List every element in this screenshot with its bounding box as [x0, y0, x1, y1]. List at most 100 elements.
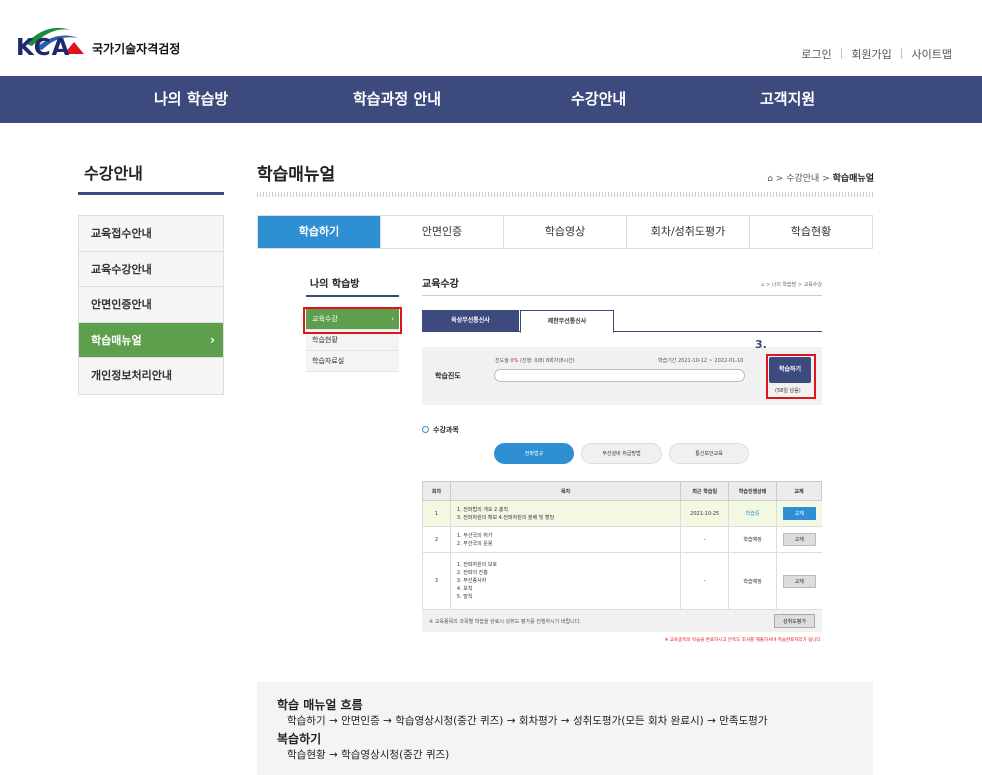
- sidebar-item-attendance[interactable]: 교육수강안내: [79, 251, 223, 287]
- shot-progress-panel: 학습진도 진도율 0% (진행: 0/8) 8회차(8시간) 학습기간 2021…: [422, 347, 822, 405]
- toc-line: 2. 무선국의 운용: [456, 540, 493, 547]
- tab-status[interactable]: 학습현황: [750, 216, 872, 248]
- shot-course-title-label: 수강과목: [433, 426, 459, 434]
- highlight-box: [766, 354, 816, 399]
- cell-date: 2021-10-25: [680, 500, 729, 527]
- site-header: KCA 국가기술자격검정 로그인 | 회원가입 | 사이트맵: [0, 0, 982, 76]
- textbook-button: 교재: [782, 507, 816, 520]
- progress-prefix: 진도율: [495, 358, 509, 364]
- circle-icon: [422, 426, 429, 433]
- textbook-button: 교재: [782, 574, 816, 588]
- logo-subtitle: 국가기술자격검정: [92, 42, 181, 56]
- manual-tabs: 학습하기 안면인증 학습영상 회차/성취도평가 학습현황: [257, 215, 873, 249]
- sidebar-item-label: 학습매뉴얼: [91, 333, 142, 347]
- toc-line: 1. 무선국의 허가: [456, 532, 493, 539]
- toc-line: 3. 전파자원의 확보 4.전파자원의 분배 및 할당: [456, 514, 555, 521]
- cell-status: 학습예정: [728, 526, 777, 553]
- review-description: 학습현황 → 학습영상시청(중간 퀴즈): [287, 749, 450, 761]
- sidebar-item-face-auth[interactable]: 안면인증안내: [79, 287, 223, 323]
- cell-no: 3: [422, 552, 451, 610]
- gnb-enrollment-info[interactable]: 수강안내: [571, 76, 626, 123]
- shot-subject-pill: 무선설비 취급방법: [581, 443, 662, 464]
- sidebar-item-label: 안면인증안내: [91, 298, 152, 311]
- sidebar-item-registration[interactable]: 교육접수안내: [79, 216, 223, 252]
- shot-progress-info: 진도율 0% (진행: 0/8) 8회차(8시간): [495, 357, 575, 364]
- sidebar-title: 수강안내: [78, 160, 224, 195]
- shot-course-title: 수강과목: [422, 425, 459, 435]
- table-row: 2 1. 무선국의 허가 2. 무선국의 운용 - 학습예정 교재: [422, 526, 822, 553]
- progress-detail: (진행: 0/8) 8회차(8시간): [519, 358, 575, 364]
- tab-study[interactable]: 학습하기: [258, 216, 381, 248]
- sitemap-link[interactable]: 사이트맵: [912, 46, 952, 62]
- column-header: 최근 학습일: [680, 481, 730, 501]
- cell-book: 교재: [776, 552, 822, 610]
- toc-line: 5. 벌칙: [456, 594, 473, 600]
- table-row: 1 1. 전파법의 개요 2.총칙 3. 전파자원의 확보 4.전파자원의 분배 …: [422, 500, 822, 527]
- cell-no: 2: [422, 526, 451, 553]
- shot-sidebar-title: 나의 학습방: [306, 275, 399, 297]
- home-icon[interactable]: ⌂: [767, 174, 773, 184]
- shot-subject-pill: 전파법규: [494, 443, 574, 464]
- tab-video[interactable]: 학습영상: [504, 216, 627, 248]
- divider: |: [899, 46, 904, 59]
- flow-heading: 학습 매뉴얼 흐름: [277, 698, 363, 712]
- toc-line: 2. 전파의 진흥: [456, 570, 488, 576]
- gnb-my-study[interactable]: 나의 학습방: [154, 76, 228, 123]
- utility-nav: 로그인 | 회원가입 | 사이트맵: [801, 46, 952, 62]
- cell-toc: 1. 전파법의 개요 2.총칙 3. 전파자원의 확보 4.전파자원의 분배 및 …: [449, 500, 681, 527]
- sidebar-item-manual[interactable]: 학습매뉴얼 ›: [79, 322, 223, 358]
- cell-status: 학습중: [728, 500, 777, 527]
- manual-flow-box: 학습 매뉴얼 흐름 학습하기 → 안면인증 → 학습영상시청(중간 퀴즈) → …: [257, 682, 873, 775]
- highlight-box: [303, 307, 402, 334]
- textbook-button: 교재: [782, 533, 816, 546]
- sidebar-menu: 교육접수안내 교육수강안내 안면인증안내 학습매뉴얼 › 개인정보처리안내: [78, 215, 224, 395]
- toc-line: 3. 무선종사자: [456, 578, 487, 584]
- cell-toc: 1. 전파자원의 보호 2. 전파의 진흥 3. 무선종사자 4. 보칙 5. …: [449, 552, 681, 610]
- flow-description: 학습하기 → 안면인증 → 학습영상시청(중간 퀴즈) → 회차평가 → 성취도…: [287, 715, 768, 727]
- gnb-customer-support[interactable]: 고객지원: [760, 76, 815, 123]
- column-header: 회차: [422, 481, 451, 501]
- shot-bottom-note: ※ 교육종목의 학습을 완료하시고 만족도 조사를 제출하셔야 학습완료처리가 …: [664, 638, 822, 643]
- logo-mark: KCA: [16, 24, 86, 60]
- cell-no: 1: [422, 500, 451, 527]
- gnb-course-info[interactable]: 학습과정 안내: [353, 76, 441, 123]
- shot-divider: [422, 295, 822, 296]
- shot-progress-period: 학습기간 2021-10-12 ~ 2022-01-10: [658, 358, 744, 364]
- kca-logo[interactable]: KCA 국가기술자격검정: [16, 24, 180, 60]
- cell-book: 교재: [776, 500, 822, 527]
- review-heading: 복습하기: [277, 732, 322, 746]
- signup-link[interactable]: 회원가입: [851, 46, 891, 62]
- shot-note: ※ 교육종목의 과목별 학습을 완료시 성취도 평가를 진행하시기 바랍니다.: [429, 619, 581, 625]
- shot-progress-label: 학습진도: [435, 372, 461, 380]
- cell-date: -: [680, 552, 729, 610]
- cell-book: 교재: [776, 526, 822, 553]
- shot-tab: 육상무선통신사: [422, 310, 519, 332]
- chevron-right-icon: ›: [210, 332, 215, 347]
- sidebar-item-privacy[interactable]: 개인정보처리안내: [79, 358, 223, 394]
- tab-face-auth[interactable]: 안면인증: [381, 216, 504, 248]
- divider: |: [839, 46, 844, 59]
- logo-text: KCA: [16, 35, 71, 61]
- column-header: 목차: [449, 481, 682, 501]
- toc-line: 4. 보칙: [456, 586, 473, 592]
- shot-subject-pill: 통신보안교육: [669, 443, 749, 464]
- column-header: 학습진행상태: [728, 481, 777, 501]
- shot-tab: 제한무선통신사: [520, 310, 614, 333]
- breadcrumb-item[interactable]: 수강안내: [786, 174, 819, 184]
- column-header: 교재: [776, 481, 822, 501]
- shot-eval-button: 성취도평가: [774, 614, 815, 628]
- breadcrumb: ⌂ > 수강안내 > 학습매뉴얼: [767, 174, 874, 184]
- sidebar-item-label: 교육접수안내: [91, 227, 152, 240]
- shot-lesson-table: 회차 목차 최근 학습일 학습진행상태 교재 1 1. 전파법의 개요 2.총칙…: [422, 481, 822, 610]
- cell-date: -: [680, 526, 729, 553]
- progress-percent: 0%: [510, 358, 519, 364]
- sidebar-item-label: 개인정보처리안내: [91, 369, 172, 382]
- tab-evaluation[interactable]: 회차/성취도평가: [627, 216, 750, 248]
- shot-tabs: 육상무선통신사 제한무선통신사: [422, 310, 822, 333]
- login-link[interactable]: 로그인: [801, 46, 831, 62]
- title-divider: [257, 192, 873, 197]
- shot-sidebar-item: 학습자료실: [306, 351, 399, 372]
- cell-toc: 1. 무선국의 허가 2. 무선국의 운용: [449, 526, 681, 553]
- shot-sidebar-label: 학습자료실: [312, 357, 345, 365]
- breadcrumb-current: 학습매뉴얼: [832, 174, 874, 184]
